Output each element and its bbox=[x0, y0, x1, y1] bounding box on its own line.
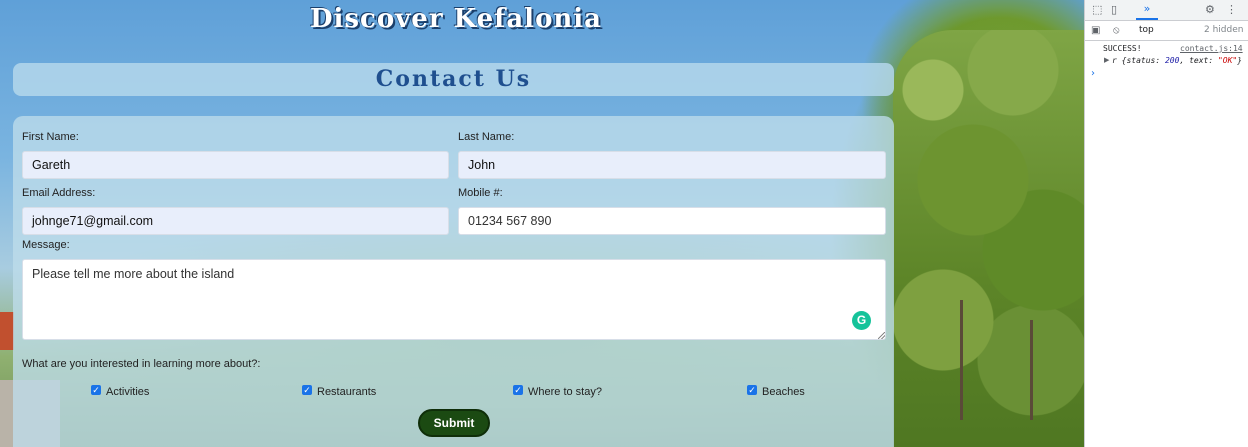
submit-button[interactable]: Submit bbox=[418, 409, 490, 437]
checkbox-label-where-to-stay: Where to stay? bbox=[528, 386, 602, 398]
console-log-object[interactable]: r {status: 200, text: "OK"} bbox=[1112, 56, 1242, 65]
mobile-input[interactable]: 01234 567 890 bbox=[458, 207, 886, 235]
settings-gear-icon[interactable]: ⚙ bbox=[1205, 0, 1215, 20]
resize-handle-icon[interactable] bbox=[878, 332, 885, 339]
console-object-prefix: r {status: bbox=[1112, 56, 1165, 65]
message-textarea[interactable]: Please tell me more about the island bbox=[22, 259, 886, 340]
page-heading: Contact Us bbox=[13, 63, 894, 96]
last-name-input[interactable]: John bbox=[458, 151, 886, 179]
context-selector[interactable]: top bbox=[1139, 21, 1154, 40]
inspect-element-icon[interactable]: ⬚ bbox=[1092, 0, 1102, 20]
console-object-mid: , text: bbox=[1179, 56, 1218, 65]
mobile-label: Mobile #: bbox=[458, 187, 503, 199]
console-log-message: SUCCESS! bbox=[1103, 44, 1142, 53]
more-tabs-icon[interactable]: » bbox=[1136, 0, 1158, 20]
checkbox-where-to-stay[interactable]: ✓ bbox=[513, 385, 523, 395]
clear-console-icon[interactable]: ⦸ bbox=[1113, 21, 1120, 40]
last-name-label: Last Name: bbox=[458, 131, 515, 143]
first-name-label: First Name: bbox=[22, 131, 79, 143]
background-trees bbox=[893, 30, 1084, 447]
device-toolbar-icon[interactable]: ▯ bbox=[1111, 0, 1117, 20]
expand-object-icon[interactable]: ▶ bbox=[1104, 56, 1109, 64]
more-options-icon[interactable]: ⋮ bbox=[1226, 0, 1237, 20]
grammarly-icon[interactable]: G bbox=[852, 311, 871, 330]
checkbox-activities[interactable]: ✓ bbox=[91, 385, 101, 395]
first-name-input[interactable]: Gareth bbox=[22, 151, 449, 179]
console-object-suffix: } bbox=[1237, 56, 1243, 65]
console-object-status: 200 bbox=[1164, 56, 1180, 65]
tree-trunk bbox=[960, 300, 963, 420]
console-object-text: "OK" bbox=[1217, 56, 1238, 65]
console-toolbar: ▣ ⦸ top 2 hidden bbox=[1085, 21, 1248, 41]
email-label: Email Address: bbox=[22, 187, 96, 199]
console-log-source-link[interactable]: contact.js:14 bbox=[1180, 44, 1243, 53]
site-title[interactable]: Discover Kefalonia bbox=[0, 4, 912, 34]
email-input[interactable]: johnge71@gmail.com bbox=[22, 207, 449, 235]
page-heading-text: Contact Us bbox=[375, 66, 532, 92]
hidden-messages-count[interactable]: 2 hidden bbox=[1204, 21, 1243, 40]
checkbox-beaches[interactable]: ✓ bbox=[747, 385, 757, 395]
devtools-panel: ⬚ ▯ » ⚙ ⋮ ▣ ⦸ top 2 hidden SUCCESS! cont… bbox=[1084, 0, 1248, 447]
message-label: Message: bbox=[22, 239, 70, 251]
background-house bbox=[0, 312, 14, 350]
checkbox-restaurants[interactable]: ✓ bbox=[302, 385, 312, 395]
checkbox-label-beaches: Beaches bbox=[762, 386, 805, 398]
checkbox-label-restaurants: Restaurants bbox=[317, 386, 377, 398]
interests-label: What are you interested in learning more… bbox=[22, 358, 261, 370]
webpage-viewport: Discover Kefalonia Contact Us First Name… bbox=[0, 0, 1084, 447]
show-sidebar-icon[interactable]: ▣ bbox=[1091, 21, 1100, 40]
console-prompt-icon[interactable]: › bbox=[1091, 68, 1095, 79]
devtools-tabbar: ⬚ ▯ » ⚙ ⋮ bbox=[1085, 0, 1248, 21]
tree-trunk bbox=[1030, 320, 1033, 420]
checkbox-label-activities: Activities bbox=[106, 386, 150, 398]
